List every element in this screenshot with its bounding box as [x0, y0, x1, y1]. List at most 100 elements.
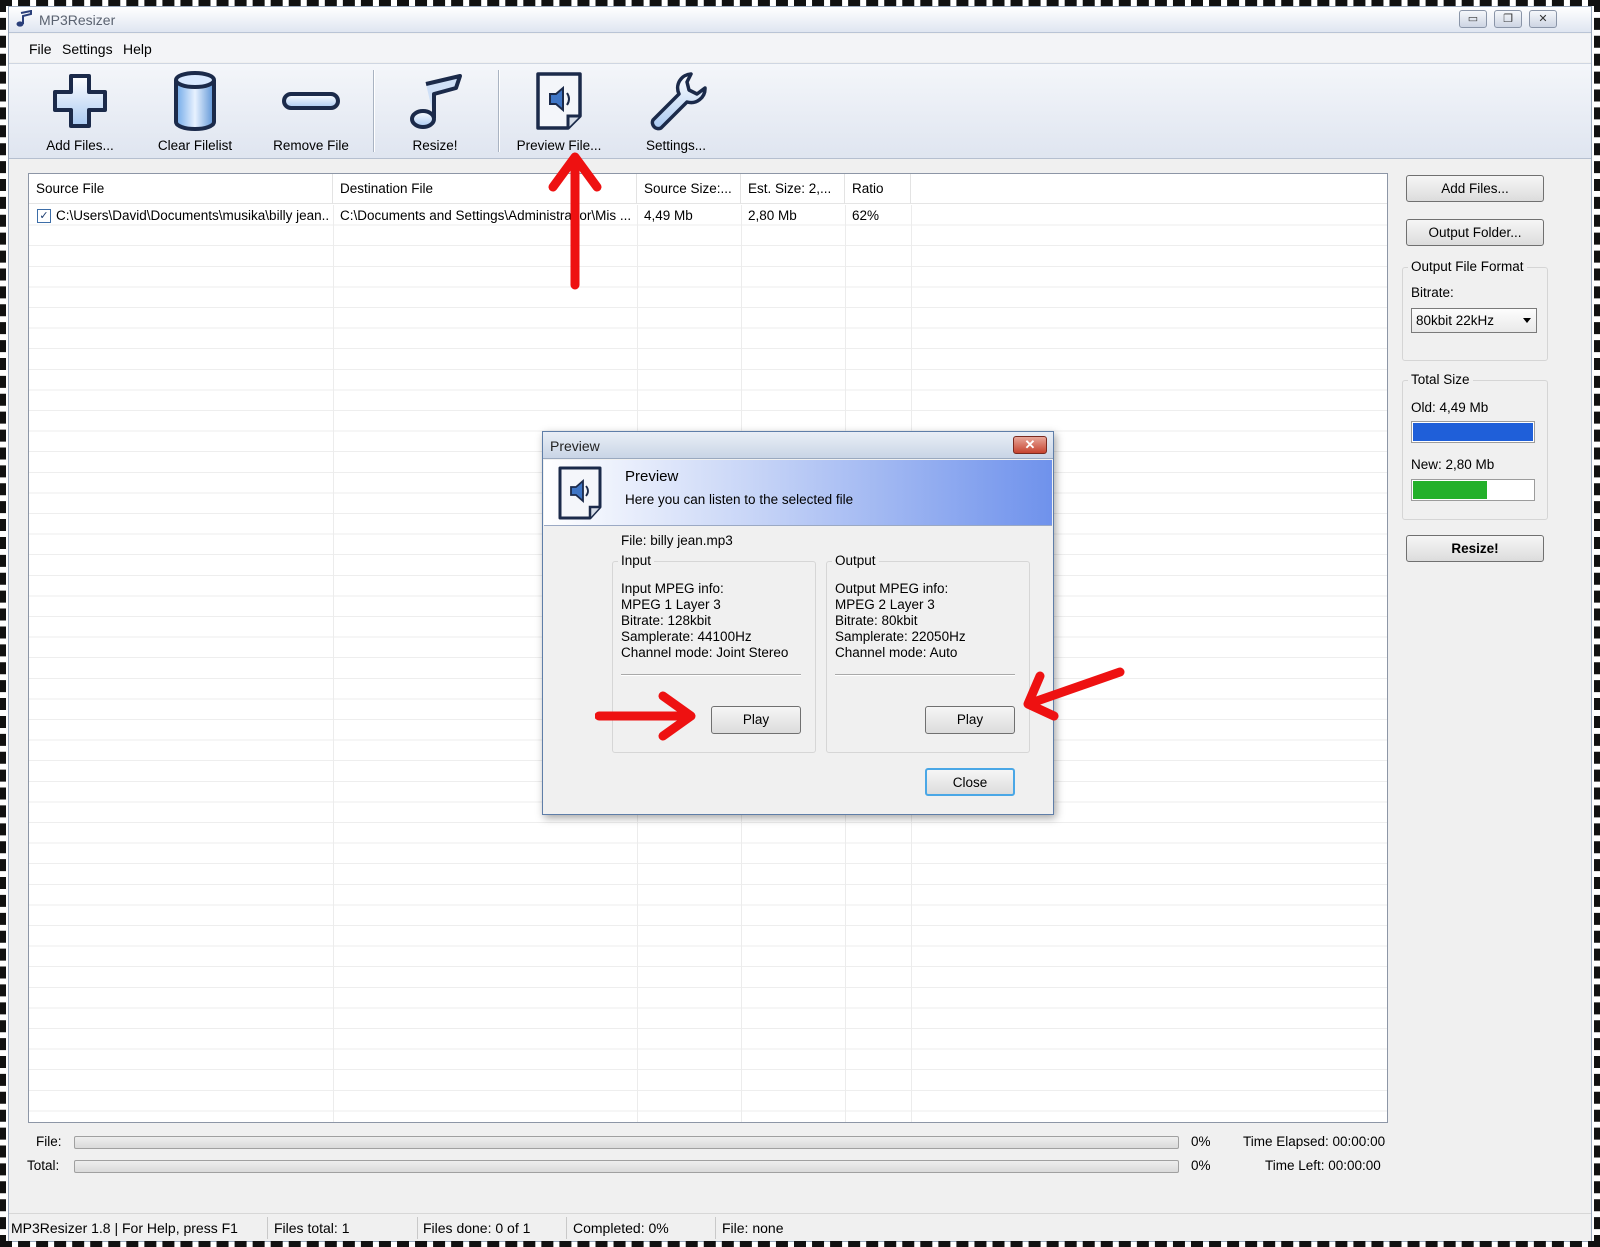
remove-file-toolbar-button[interactable]: Remove File: [261, 70, 361, 154]
dialog-subheading: Here you can listen to the selected file: [625, 492, 854, 507]
column-divider: [333, 205, 334, 1122]
output-info-line: Channel mode: Auto: [835, 645, 958, 660]
total-progress-label: Total:: [27, 1158, 60, 1173]
music-note-icon: [16, 10, 32, 27]
time-elapsed: Time Elapsed: 00:00:00: [1243, 1134, 1386, 1149]
plus-icon: [53, 74, 107, 128]
row-destination-file[interactable]: C:\Documents and Settings\Administrador\…: [340, 208, 634, 223]
clear-filelist-toolbar-button[interactable]: Clear Filelist: [145, 70, 245, 154]
input-play-button[interactable]: Play: [711, 706, 801, 734]
restore-button[interactable]: ❐: [1494, 10, 1522, 28]
menu-bar: File Settings Help: [9, 34, 1591, 62]
total-progress-bar: [74, 1160, 1179, 1173]
input-info-line: Channel mode: Joint Stereo: [621, 645, 789, 660]
new-size-label: New: 2,80 Mb: [1411, 457, 1495, 472]
old-size-label: Old: 4,49 Mb: [1411, 400, 1489, 415]
add-files-button[interactable]: Add Files...: [1406, 175, 1544, 202]
total-size-legend: Total Size: [1408, 372, 1473, 387]
speaker-document-icon: [536, 72, 582, 130]
output-info-line: Bitrate: 80kbit: [835, 613, 918, 628]
dialog-close-icon[interactable]: ✕: [1013, 436, 1047, 454]
window-title: MP3Resizer: [39, 12, 116, 28]
new-size-bar: [1411, 479, 1535, 501]
file-progress-label: File:: [36, 1134, 62, 1149]
old-size-bar: [1411, 421, 1535, 443]
resize-toolbar-button[interactable]: Resize!: [385, 70, 485, 154]
preview-dialog: Preview ✕ Preview Here you can listen to…: [542, 431, 1054, 815]
bitrate-value: 80kbit 22kHz: [1416, 313, 1495, 328]
output-info-line: MPEG 2 Layer 3: [835, 597, 935, 612]
input-group: Input Input MPEG info: MPEG 1 Layer 3 Bi…: [612, 553, 816, 753]
music-note-icon: [410, 74, 462, 129]
add-files-label: Add Files...: [46, 138, 114, 153]
clear-filelist-label: Clear Filelist: [157, 138, 233, 153]
status-separator: [715, 1217, 716, 1239]
status-separator: [267, 1217, 268, 1239]
bitrate-select[interactable]: 80kbit 22kHz: [1411, 308, 1537, 333]
chevron-down-icon: [1523, 318, 1531, 323]
toolbar-separator: [498, 70, 500, 152]
file-list-header: Source File Destination File Source Size…: [29, 174, 1387, 204]
time-left: Time Left: 00:00:00: [1265, 1158, 1381, 1173]
resize-label: Resize!: [412, 138, 458, 153]
output-play-button[interactable]: Play: [925, 706, 1015, 734]
status-files-total: Files total: 1: [274, 1220, 350, 1236]
output-format-group: Output File Format Bitrate: 80kbit 22kHz: [1402, 259, 1548, 361]
toolbar: Add Files... Clear Filelist Remove File …: [9, 63, 1591, 159]
preview-file-toolbar-button[interactable]: Preview File...: [509, 70, 609, 154]
add-files-toolbar-button[interactable]: Add Files...: [30, 70, 130, 154]
input-info-line: MPEG 1 Layer 3: [621, 597, 721, 612]
minimize-button[interactable]: ▭: [1459, 10, 1487, 28]
wrench-icon: [650, 72, 707, 131]
column-header-source[interactable]: Source File: [29, 174, 333, 204]
total-size-group: Total Size Old: 4,49 Mb New: 2,80 Mb: [1402, 372, 1548, 520]
status-separator: [417, 1217, 418, 1239]
new-size-bar-fill: [1413, 481, 1488, 499]
row-ratio: 62%: [852, 208, 880, 223]
menu-help[interactable]: Help: [123, 41, 152, 57]
input-info-line: Samplerate: 44100Hz: [621, 629, 752, 644]
status-app: MP3Resizer 1.8 | For Help, press F1: [11, 1220, 238, 1236]
dialog-heading: Preview: [625, 468, 679, 485]
output-info-line: Output MPEG info:: [835, 581, 949, 596]
close-window-button[interactable]: ✕: [1529, 10, 1557, 28]
status-files-done: Files done: 0 of 1: [423, 1220, 531, 1236]
file-progress-bar: [74, 1136, 1179, 1149]
status-completed: Completed: 0%: [573, 1220, 669, 1236]
column-header-destination[interactable]: Destination File: [333, 174, 637, 204]
row-checkbox[interactable]: ✓: [37, 209, 51, 223]
output-folder-button[interactable]: Output Folder...: [1406, 219, 1544, 246]
status-separator: [566, 1217, 567, 1239]
column-header-est-size[interactable]: Est. Size: 2,...: [741, 174, 845, 204]
bitrate-label: Bitrate:: [1411, 285, 1454, 300]
dialog-close-button[interactable]: Close: [925, 768, 1015, 796]
menu-file[interactable]: File: [29, 41, 52, 57]
status-bar: MP3Resizer 1.8 | For Help, press F1 File…: [9, 1213, 1591, 1241]
row-est-size: 2,80 Mb: [748, 208, 797, 223]
column-header-source-size[interactable]: Source Size:...: [637, 174, 741, 204]
output-legend: Output: [832, 553, 879, 568]
input-info-line: Bitrate: 128kbit: [621, 613, 712, 628]
speaker-document-icon: [558, 466, 602, 520]
remove-file-label: Remove File: [273, 138, 349, 153]
settings-toolbar-button[interactable]: Settings...: [626, 70, 726, 154]
dialog-banner: Preview Here you can listen to the selec…: [544, 460, 1052, 526]
title-bar: MP3Resizer ▭ ❐ ✕: [9, 7, 1591, 33]
resize-button[interactable]: Resize!: [1406, 535, 1544, 562]
column-header-ratio[interactable]: Ratio: [845, 174, 911, 204]
minus-icon: [282, 92, 340, 110]
cylinder-icon: [174, 71, 216, 131]
total-progress-percent: 0%: [1191, 1158, 1211, 1173]
input-info-line: Input MPEG info:: [621, 581, 724, 596]
row-source-file[interactable]: C:\Users\David\Documents\musika\billy je…: [56, 208, 330, 223]
settings-label: Settings...: [645, 138, 707, 153]
output-format-legend: Output File Format: [1408, 259, 1527, 274]
toolbar-separator: [373, 70, 375, 152]
file-progress-percent: 0%: [1191, 1134, 1211, 1149]
menu-settings[interactable]: Settings: [62, 41, 113, 57]
dialog-title: Preview: [550, 438, 600, 454]
row-source-size: 4,49 Mb: [644, 208, 693, 223]
output-group: Output Output MPEG info: MPEG 2 Layer 3 …: [826, 553, 1030, 753]
old-size-bar-fill: [1413, 423, 1533, 441]
status-file: File: none: [722, 1220, 784, 1236]
